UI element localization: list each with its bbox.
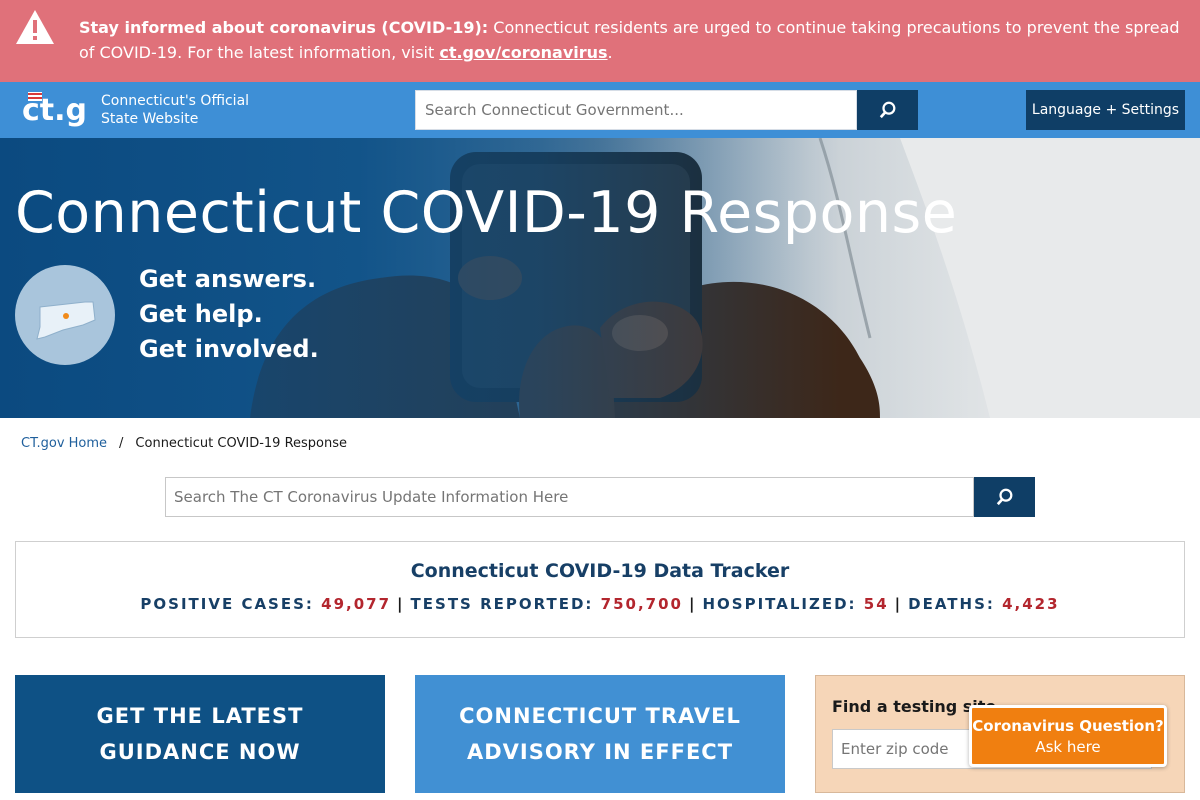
- hero-line-answers: Get answers.: [139, 265, 317, 293]
- breadcrumb-separator: /: [119, 436, 124, 451]
- site-header: ct.gov Connecticut's Official State Webs…: [0, 82, 1200, 138]
- logo-text: ct.gov: [22, 93, 88, 128]
- breadcrumb-current: Connecticut COVID-19 Response: [135, 436, 348, 451]
- language-settings-button[interactable]: Language + Settings: [1026, 90, 1185, 130]
- alert-heading: Stay informed about coronavirus (COVID-1…: [79, 18, 489, 37]
- guidance-line-1: GET THE LATEST: [96, 704, 304, 728]
- chat-title: Coronavirus Question?: [972, 717, 1164, 735]
- travel-advisory-tile[interactable]: CONNECTICUT TRAVEL ADVISORY IN EFFECT: [415, 675, 785, 793]
- breadcrumb: CT.gov Home / Connecticut COVID-19 Respons…: [21, 436, 347, 451]
- global-search-button[interactable]: [857, 90, 918, 130]
- ct-state-map-icon: [15, 265, 115, 365]
- search-icon: [996, 488, 1012, 506]
- travel-line-1: CONNECTICUT TRAVEL: [459, 704, 741, 728]
- chat-subtitle: Ask here: [1035, 738, 1101, 756]
- tracker-stats: POSITIVE CASES: 49,077 | TESTS REPORTED: 7…: [16, 595, 1184, 613]
- tagline-line-1: Connecticut's Official: [101, 93, 250, 109]
- stat-divider: |: [397, 595, 405, 613]
- warning-icon: [16, 10, 54, 44]
- positive-cases-label: POSITIVE CASES:: [140, 595, 314, 613]
- deaths-value: 4,423: [1002, 595, 1060, 613]
- ct-gov-logo[interactable]: ct.gov: [22, 90, 88, 132]
- travel-line-2: ADVISORY IN EFFECT: [466, 740, 734, 764]
- connecticut-map-icon: [36, 301, 96, 340]
- guidance-line-2: GUIDANCE NOW: [99, 740, 301, 764]
- tests-reported-label: TESTS REPORTED:: [410, 595, 594, 613]
- data-tracker: Connecticut COVID-19 Data Tracker POSITI…: [15, 541, 1185, 638]
- latest-guidance-tile[interactable]: GET THE LATEST GUIDANCE NOW: [15, 675, 385, 793]
- hero-line-involved: Get involved.: [139, 335, 319, 363]
- global-search-input[interactable]: [415, 90, 857, 130]
- deaths-label: DEATHS:: [908, 595, 995, 613]
- breadcrumb-home-link[interactable]: CT.gov Home: [21, 436, 107, 451]
- stat-divider: |: [894, 595, 903, 613]
- positive-cases-value: 49,077: [321, 595, 392, 613]
- hero-line-help: Get help.: [139, 300, 263, 328]
- hospitalized-label: HOSPITALIZED:: [702, 595, 857, 613]
- hero-tagline: Get answers. Get help. Get involved.: [139, 262, 319, 367]
- tracker-title: Connecticut COVID-19 Data Tracker: [410, 560, 790, 582]
- hero-title: Connecticut COVID-19 Response: [15, 180, 958, 246]
- tagline-line-2: State Website: [101, 111, 199, 127]
- coronavirus-search-input[interactable]: [165, 477, 974, 517]
- search-icon: [879, 101, 895, 119]
- alert-text-end: .: [607, 43, 613, 62]
- alert-message: Stay informed about coronavirus (COVID-1…: [79, 15, 1184, 65]
- tests-reported-value: 750,700: [600, 595, 683, 613]
- hospitalized-value: 54: [863, 595, 889, 613]
- covid-alert-banner: Stay informed about coronavirus (COVID-1…: [0, 0, 1200, 82]
- coronavirus-search-button[interactable]: [974, 477, 1035, 517]
- alert-link[interactable]: ct.gov/coronavirus: [439, 43, 607, 62]
- coronavirus-question-chat-button[interactable]: Coronavirus Question? Ask here: [969, 705, 1167, 767]
- hero-banner: Connecticut COVID-19 Response Get answer…: [0, 138, 1200, 418]
- site-tagline: Connecticut's Official State Website: [101, 92, 249, 128]
- stat-divider: |: [688, 595, 697, 613]
